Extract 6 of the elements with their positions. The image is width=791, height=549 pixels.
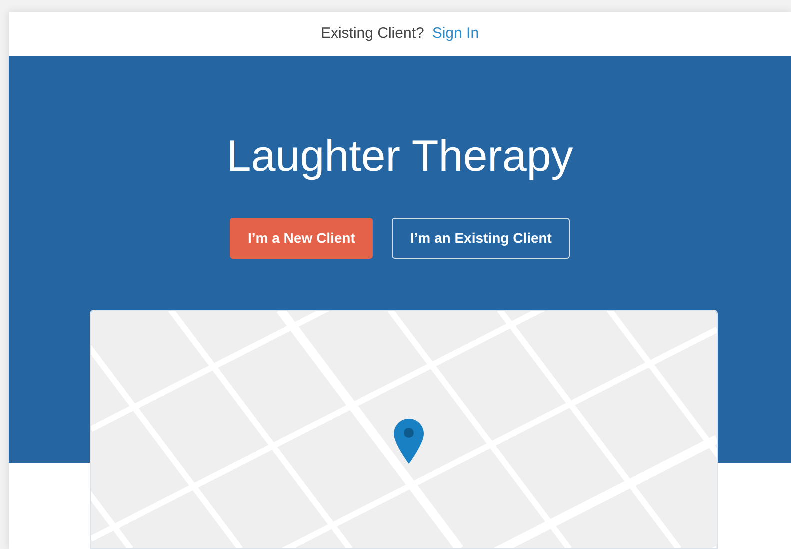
sign-in-link[interactable]: Sign In: [432, 22, 480, 46]
new-client-button[interactable]: I’m a New Client: [230, 218, 374, 259]
map-pin-icon: [394, 419, 424, 464]
existing-client-button[interactable]: I’m an Existing Client: [392, 218, 570, 259]
existing-client-prompt: Existing Client?: [320, 24, 424, 44]
hero-title: Laughter Therapy: [226, 130, 574, 183]
